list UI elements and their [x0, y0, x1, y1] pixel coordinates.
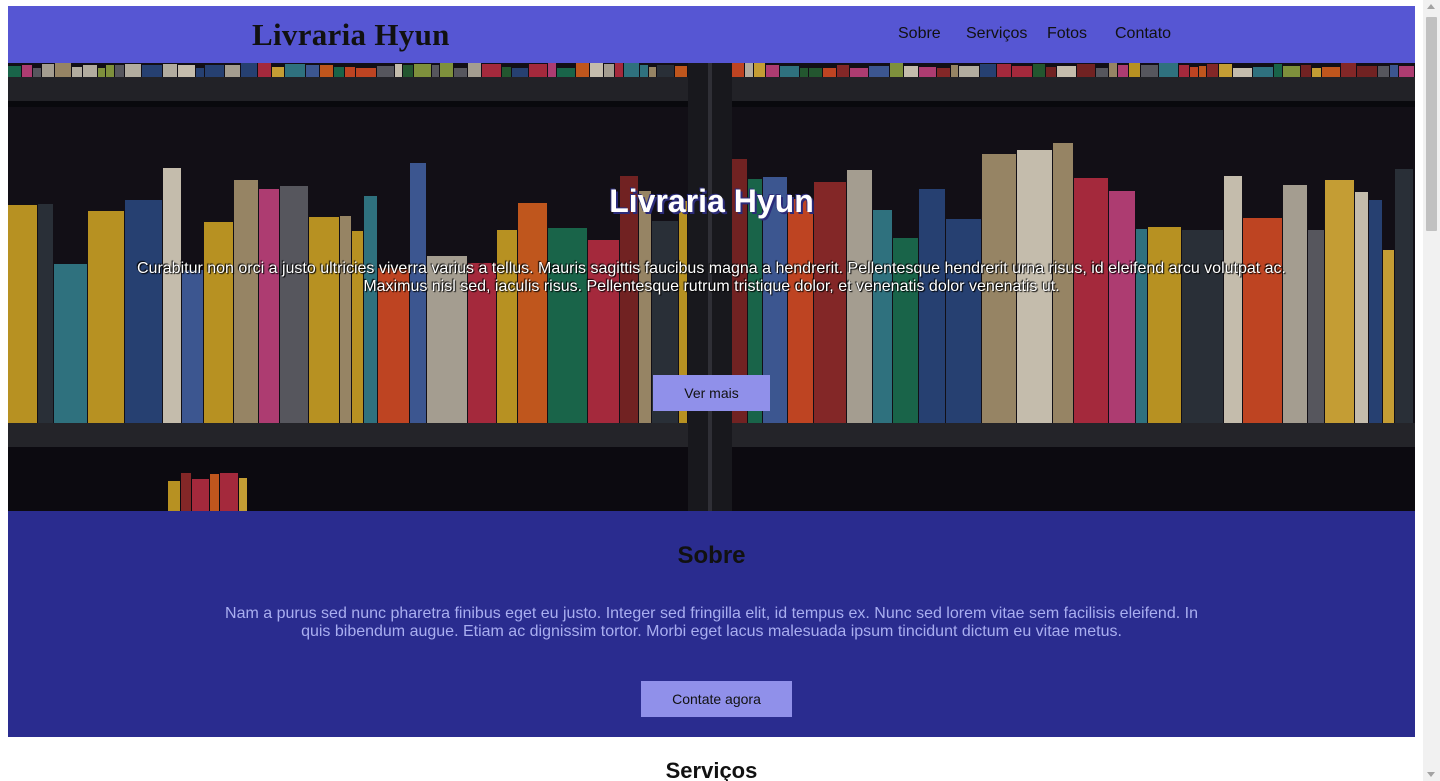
- servicos-section: Serviços: [8, 737, 1415, 781]
- page: Livraria Hyun Sobre Serviços Fotos Conta…: [8, 6, 1415, 781]
- nav-link-sobre[interactable]: Sobre: [898, 25, 941, 43]
- scroll-down-arrow-icon[interactable]: [1427, 772, 1435, 777]
- navbar: Livraria Hyun Sobre Serviços Fotos Conta…: [8, 6, 1415, 63]
- hero-section: Livraria Hyun Curabitur non orci a justo…: [8, 63, 1415, 511]
- sobre-heading: Sobre: [677, 542, 746, 569]
- vertical-scrollbar[interactable]: [1423, 0, 1440, 781]
- ver-mais-button[interactable]: Ver mais: [653, 375, 770, 411]
- servicos-heading: Serviços: [665, 758, 758, 781]
- scroll-up-arrow-icon[interactable]: [1427, 4, 1435, 9]
- hero-title: Livraria Hyun: [609, 183, 814, 219]
- scrollbar-thumb[interactable]: [1426, 17, 1437, 231]
- nav-link-servicos[interactable]: Serviços: [966, 25, 1027, 43]
- sobre-text: Nam a purus sed nunc pharetra finibus eg…: [225, 605, 1198, 640]
- nav-link-contato[interactable]: Contato: [1115, 25, 1171, 43]
- hero-description: Curabitur non orci a justo ultricies viv…: [136, 260, 1286, 295]
- sobre-section: Sobre Nam a purus sed nunc pharetra fini…: [8, 511, 1415, 737]
- site-logo[interactable]: Livraria Hyun: [252, 17, 450, 53]
- nav-link-fotos[interactable]: Fotos: [1047, 25, 1087, 43]
- contate-agora-button[interactable]: Contate agora: [641, 681, 792, 717]
